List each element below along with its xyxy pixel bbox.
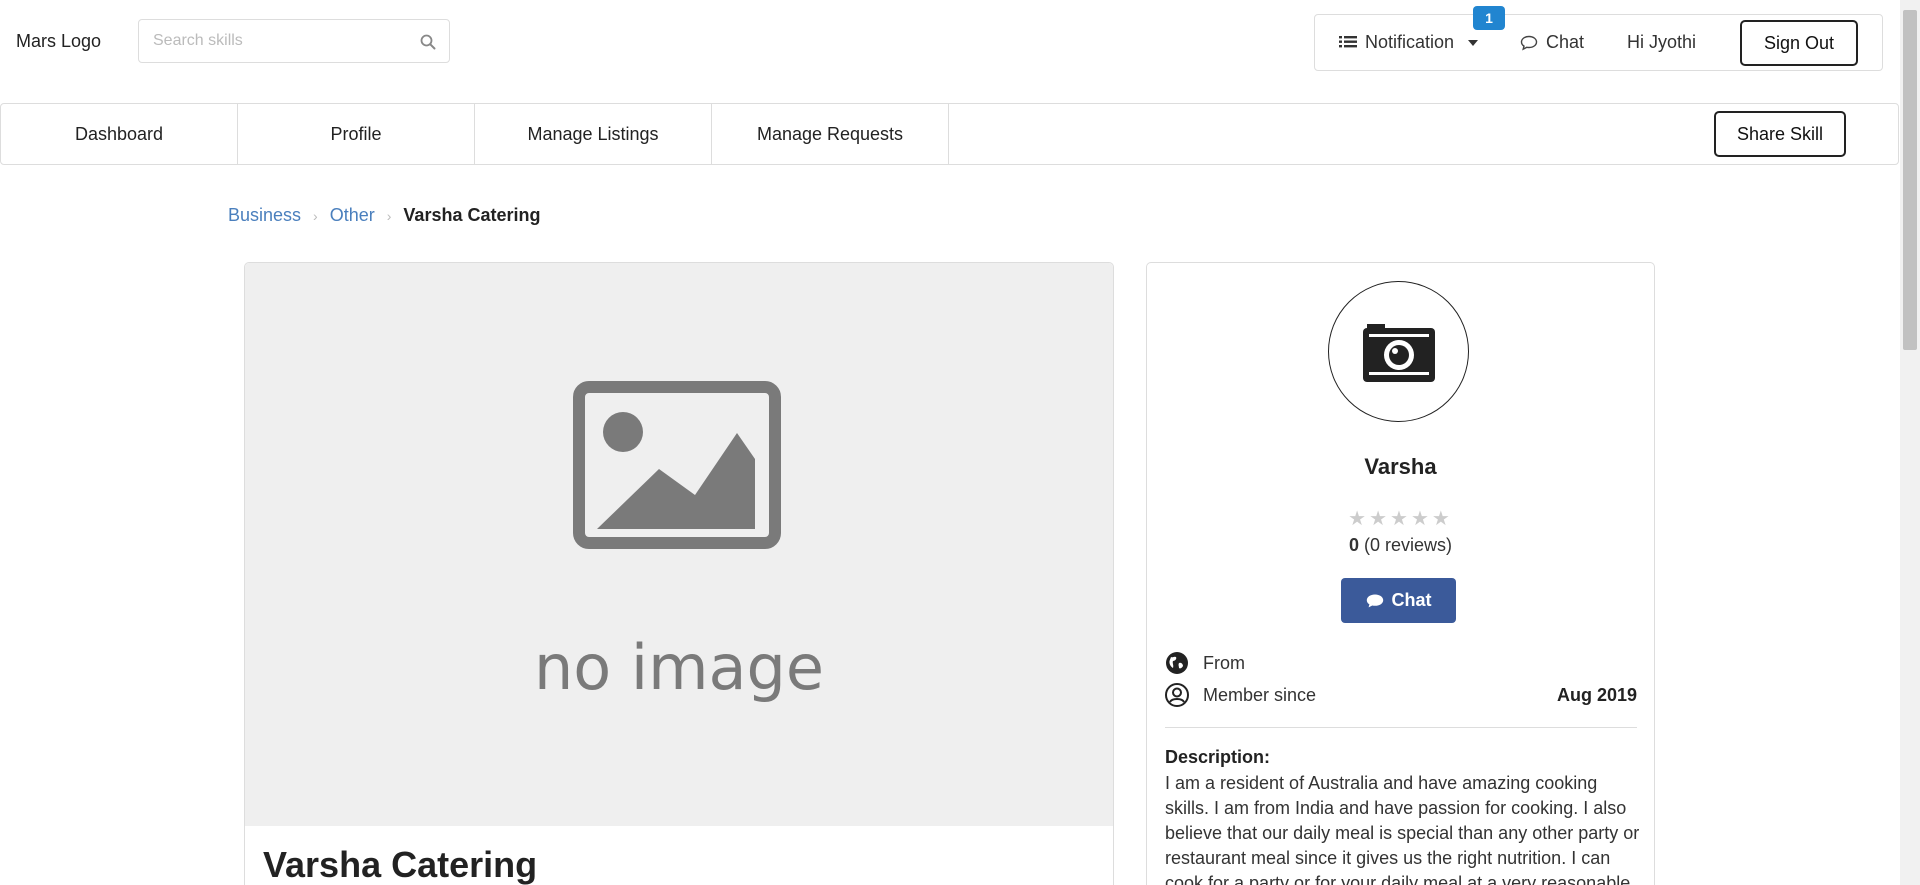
search-icon[interactable] <box>419 33 437 51</box>
nav-item-dashboard[interactable]: Dashboard <box>1 104 238 164</box>
page-scrollbar[interactable] <box>1900 0 1920 885</box>
from-label: From <box>1203 652 1245 673</box>
star-icon: ★ <box>1369 508 1391 530</box>
description-text: I am a resident of Australia and have am… <box>1165 773 1640 885</box>
star-icon: ★ <box>1348 508 1370 530</box>
description-label: Description: <box>1165 747 1271 767</box>
rating-stars: ★★★★★ <box>1147 506 1654 531</box>
chat-label: Chat <box>1546 32 1585 52</box>
no-image-text: no image <box>534 631 824 704</box>
chevron-right-icon: › <box>313 207 318 224</box>
globe-icon <box>1166 652 1188 674</box>
main-nav: Dashboard Profile Manage Listings Manage… <box>0 103 1899 165</box>
star-icon: ★ <box>1431 508 1453 530</box>
listing-card: no image Varsha Catering <box>244 262 1114 885</box>
avatar <box>1328 281 1469 422</box>
search-input[interactable] <box>153 30 413 52</box>
site-logo[interactable]: Mars Logo <box>16 31 101 52</box>
member-since-value: Aug 2019 <box>1556 684 1637 705</box>
breadcrumb: Business › Other › Varsha Catering <box>228 205 540 226</box>
review-count: (0 reviews) <box>1364 535 1453 555</box>
star-icon: ★ <box>1390 508 1411 530</box>
nav-item-manage-requests[interactable]: Manage Requests <box>712 104 949 164</box>
breadcrumb-other[interactable]: Other <box>330 205 375 226</box>
chevron-down-icon <box>1468 39 1479 46</box>
member-since-row: Member since Aug 2019 <box>1165 683 1637 707</box>
chat-button-label: Chat <box>1391 590 1432 610</box>
seller-card: Varsha ★★★★★ 0 (0 reviews) Chat From Mem… <box>1146 262 1655 885</box>
nav-item-manage-listings[interactable]: Manage Listings <box>475 104 712 164</box>
listing-image: no image <box>245 263 1113 826</box>
scrollbar-thumb[interactable] <box>1903 10 1917 350</box>
chat-bubble-icon <box>1366 594 1383 607</box>
chat-button[interactable]: Chat <box>1341 578 1456 623</box>
star-icon: ★ <box>1410 508 1432 530</box>
notification-label: Notification <box>1365 32 1455 52</box>
user-greeting[interactable]: Hi Jyothi <box>1627 32 1696 53</box>
camera-icon <box>1363 324 1435 382</box>
share-skill-button[interactable]: Share Skill <box>1714 111 1846 157</box>
user-icon <box>1165 683 1189 707</box>
top-header: Mars Logo Notification 1 Chat Hi Jyothi … <box>0 0 1900 85</box>
search-box[interactable] <box>138 19 450 63</box>
breadcrumb-business[interactable]: Business <box>228 205 301 226</box>
member-since-label: Member since <box>1203 684 1317 705</box>
review-summary: 0 (0 reviews) <box>1147 535 1654 556</box>
listing-title: Varsha Catering <box>263 844 538 885</box>
sign-out-button[interactable]: Sign Out <box>1740 20 1858 66</box>
chevron-right-icon: › <box>386 207 392 224</box>
chat-bubble-icon <box>1520 35 1538 51</box>
notification-badge: 1 <box>1473 6 1505 30</box>
rating-value: 0 <box>1348 535 1359 555</box>
divider <box>1165 727 1637 728</box>
seller-name: Varsha <box>1364 454 1437 479</box>
nav-item-profile[interactable]: Profile <box>238 104 475 164</box>
chat-link[interactable]: Chat <box>1520 32 1584 53</box>
user-menu: Notification 1 Chat Hi Jyothi Sign Out <box>1314 6 1883 71</box>
seller-from-row: From <box>1165 651 1637 675</box>
notification-dropdown[interactable]: Notification <box>1339 32 1479 53</box>
list-icon <box>1339 35 1357 47</box>
image-placeholder-icon: no image <box>534 381 824 704</box>
breadcrumb-current: Varsha Catering <box>403 205 541 225</box>
